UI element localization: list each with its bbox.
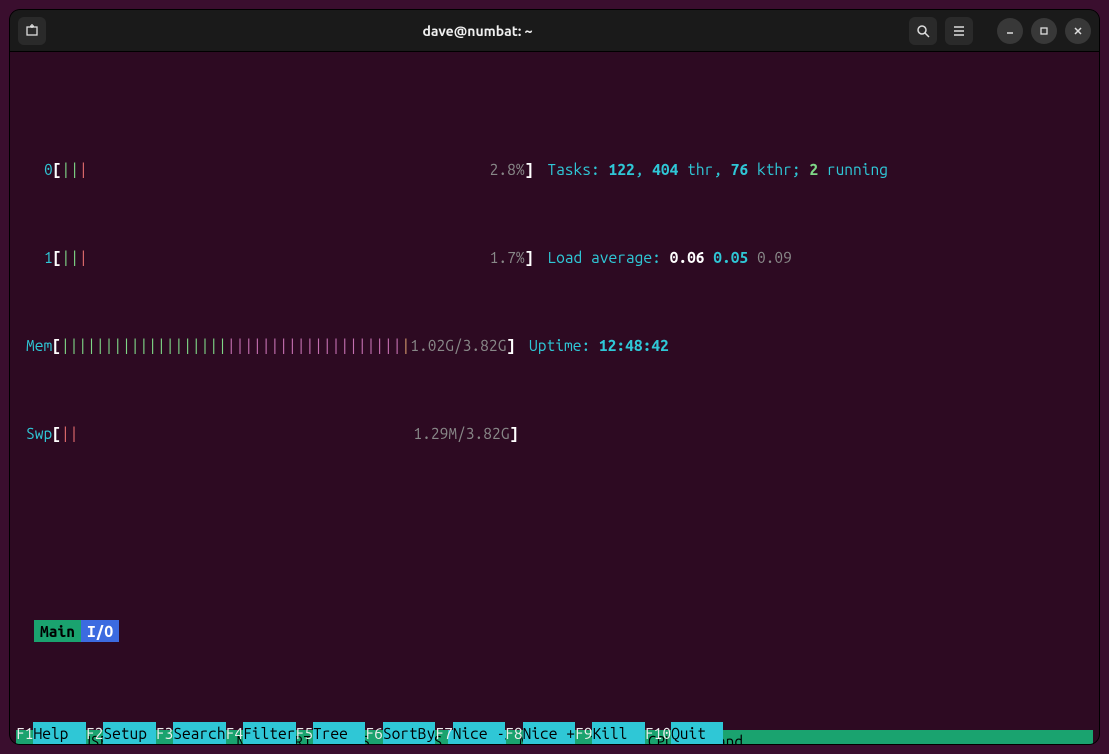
fkey-f3[interactable]: F3 [156, 722, 173, 744]
minimize-button[interactable] [997, 18, 1023, 44]
fkey-f8[interactable]: F8 [505, 722, 522, 744]
fkey-f10[interactable]: F10 [645, 722, 671, 744]
fkey-label[interactable]: Nice + [523, 722, 575, 744]
cpu-meter-0: 0[|||2.8%] Tasks: 122, 404 thr, 76 kthr;… [16, 158, 1093, 180]
maximize-button[interactable] [1031, 18, 1057, 44]
menu-button[interactable] [945, 17, 973, 45]
fkey-label[interactable]: Filter [243, 722, 295, 744]
titlebar: dave@numbat: ~ [10, 10, 1099, 52]
fkey-label[interactable]: Nice - [453, 722, 505, 744]
mem-meter: Mem[||||||||||||||||||||||||||||||||||||… [16, 334, 1093, 356]
uptime-label: Uptime: [529, 334, 599, 356]
load-label: Load average: [547, 246, 669, 268]
fkey-f9[interactable]: F9 [575, 722, 592, 744]
fkey-label[interactable]: Tree [313, 722, 365, 744]
new-tab-button[interactable] [18, 17, 46, 45]
tab-main[interactable]: Main [34, 620, 81, 642]
fkey-label[interactable]: Help [33, 722, 85, 744]
fkey-f5[interactable]: F5 [296, 722, 313, 744]
search-button[interactable] [909, 17, 937, 45]
fkey-f7[interactable]: F7 [435, 722, 452, 744]
terminal-content[interactable]: 0[|||2.8%] Tasks: 122, 404 thr, 76 kthr;… [10, 52, 1099, 744]
window-title: dave@numbat: ~ [422, 20, 532, 42]
terminal-window: dave@numbat: ~ 0[|||2.8%] Tasks: 122, 40… [10, 10, 1099, 744]
fkey-f4[interactable]: F4 [226, 722, 243, 744]
fkey-label[interactable]: Search [173, 722, 225, 744]
fkey-label[interactable]: Quit [671, 722, 723, 744]
fkey-f6[interactable]: F6 [365, 722, 382, 744]
fkey-label[interactable]: Kill [592, 722, 644, 744]
tasks-label: Tasks: [547, 158, 608, 180]
cpu-meter-1: 1[|||1.7%] Load average: 0.06 0.05 0.09 [16, 246, 1093, 268]
view-tabs: Main I/O [16, 620, 1093, 642]
swp-meter: Swp[||1.29M/3.82G] [16, 422, 1093, 444]
fkey-f2[interactable]: F2 [86, 722, 103, 744]
fkey-label[interactable]: Setup [103, 722, 155, 744]
close-button[interactable] [1065, 18, 1091, 44]
fkey-f1[interactable]: F1 [16, 722, 33, 744]
fkey-label[interactable]: SortBy [383, 722, 435, 744]
function-key-bar: F1Help F2Setup F3SearchF4FilterF5Tree F6… [16, 722, 1093, 744]
tab-io[interactable]: I/O [81, 620, 119, 642]
